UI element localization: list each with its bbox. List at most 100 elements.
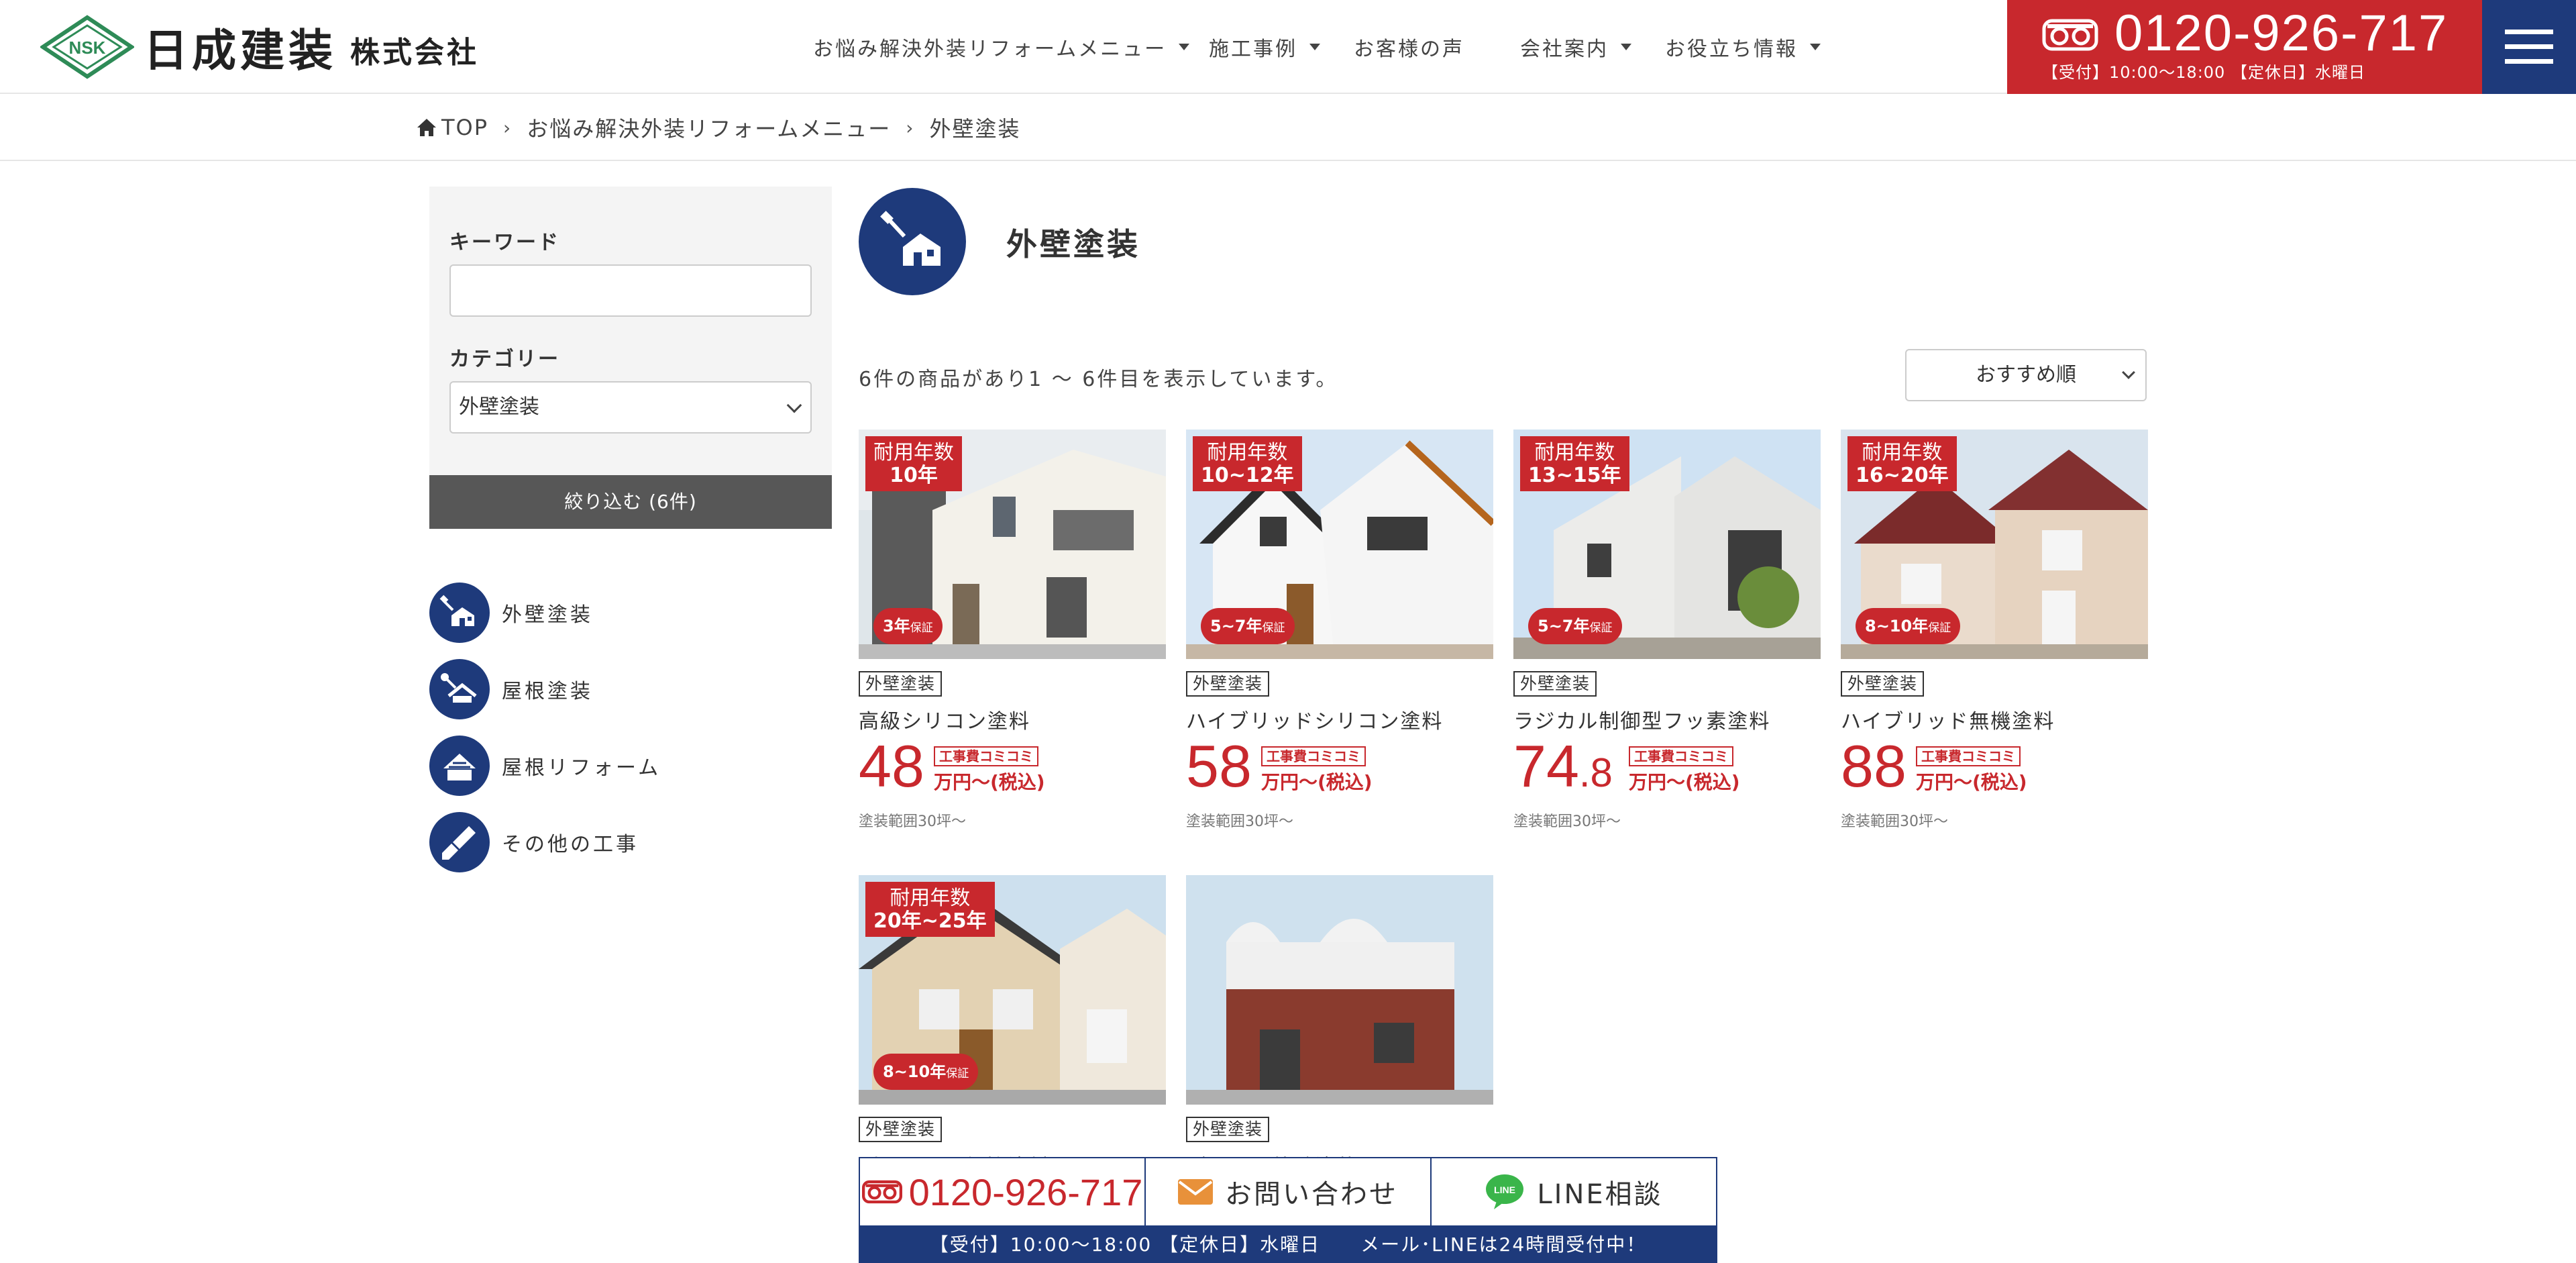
brush-icon <box>429 812 490 872</box>
nav-reform-menu[interactable]: お悩み解決外装リフォームメニュー <box>813 32 1190 62</box>
line-icon: LINE <box>1486 1174 1524 1209</box>
warranty-suffix: 保証 <box>1262 621 1285 635</box>
free-dial-icon <box>2042 19 2098 51</box>
contact-line-button[interactable]: LINE LINE相談 <box>1432 1158 1716 1225</box>
svg-text:NSK: NSK <box>69 38 106 58</box>
nsk-logo-icon: NSK <box>39 15 136 79</box>
category-select-value: 外壁塗装 <box>459 395 539 419</box>
chevron-right-icon: › <box>906 116 915 139</box>
sidebar-category-roof-reform[interactable]: 屋根リフォーム <box>429 736 661 796</box>
wall-paint-icon <box>859 188 966 295</box>
contact-mail-button[interactable]: お問い合わせ <box>1146 1158 1432 1225</box>
durability-label: 耐用年数 <box>1207 441 1288 464</box>
category-select[interactable]: 外壁塗装 <box>449 381 812 434</box>
keyword-input[interactable] <box>449 264 812 317</box>
product-name[interactable]: 高級シリコン塗料 <box>859 705 1030 734</box>
product-image[interactable] <box>1186 875 1493 1105</box>
contact-phone-button[interactable]: 0120-926-717 <box>860 1158 1146 1225</box>
company-name: 日成建装 <box>144 24 337 77</box>
hamburger-menu-button[interactable] <box>2482 0 2576 94</box>
price-unit: 万円〜(税込) <box>934 771 1045 793</box>
mail-icon <box>1178 1179 1213 1205</box>
product-category-tag: 外壁塗装 <box>1186 671 1270 697</box>
warranty-badge: 3年保証 <box>873 608 943 644</box>
header-phone-button[interactable]: 0120-926-717 【受付】10:00〜18:00 【定休日】水曜日 <box>2007 0 2482 94</box>
sidebar-category-wall-paint[interactable]: 外壁塗装 <box>429 583 593 643</box>
product-image[interactable]: 耐用年数 13~15年 5~7年保証 <box>1513 430 1821 659</box>
nav-label: 施工事例 <box>1209 38 1297 61</box>
warranty-badge: 8~10年保証 <box>873 1054 979 1090</box>
breadcrumb-divider <box>0 160 2576 161</box>
product-image[interactable]: 耐用年数 16~20年 8~10年保証 <box>1841 430 2148 659</box>
chevron-down-icon <box>2122 366 2135 379</box>
durability-years: 13~15年 <box>1528 464 1621 487</box>
paint-range: 塗装範囲30坪〜 <box>859 813 966 830</box>
sidebar-category-roof-paint[interactable]: 屋根塗装 <box>429 659 593 719</box>
site-header: NSK 日成建装 株式会社 お悩み解決外装リフォームメニュー 施工事例 お客様の… <box>0 0 2576 94</box>
durability-badge: 耐用年数 20年~25年 <box>865 882 995 937</box>
roof-reform-icon <box>429 736 490 796</box>
contact-mail-label: お問い合わせ <box>1225 1179 1398 1210</box>
price-integer: 88 <box>1841 733 1907 799</box>
contact-hours-note: 【受付】10:00〜18:00 【定休日】水曜日 メール･LINEは24時間受付… <box>859 1227 1717 1263</box>
nav-label: 会社案内 <box>1520 38 1609 61</box>
breadcrumb-top-link[interactable]: TOP <box>441 115 488 140</box>
sidebar-category-label: 屋根リフォーム <box>502 756 661 780</box>
sidebar-category-label: 外壁塗装 <box>502 603 593 627</box>
price-value: 88 <box>1841 733 1907 800</box>
warranty-years: 5~7年 <box>1538 617 1590 636</box>
product-name[interactable]: ラジカル制御型フッ素塗料 <box>1513 705 1770 734</box>
search-filter-panel: キーワード カテゴリー 外壁塗装 <box>429 187 832 475</box>
header-business-hours: 【受付】10:00〜18:00 【定休日】水曜日 <box>2042 63 2365 82</box>
svg-text:LINE: LINE <box>1494 1184 1515 1195</box>
caret-down-icon <box>1179 44 1190 50</box>
roof-paint-icon <box>429 659 490 719</box>
product-category-tag: 外壁塗装 <box>859 1117 943 1142</box>
durability-years: 20年~25年 <box>873 909 987 933</box>
sidebar-category-other-works[interactable]: その他の工事 <box>429 812 639 872</box>
price-value: 74.8 <box>1513 733 1613 807</box>
price-value: 48 <box>859 733 924 800</box>
durability-label: 耐用年数 <box>890 887 971 910</box>
durability-badge: 耐用年数 10~12年 <box>1193 436 1302 491</box>
price-integer: 74 <box>1513 733 1579 799</box>
product-name[interactable]: ハイブリッド無機塗料 <box>1841 705 2055 734</box>
warranty-suffix: 保証 <box>946 1067 969 1080</box>
product-name[interactable]: ハイブリッドシリコン塗料 <box>1186 705 1443 734</box>
price-unit: 万円〜(税込) <box>1916 771 2027 793</box>
nav-company[interactable]: 会社案内 <box>1520 32 1631 62</box>
durability-badge: 耐用年数 13~15年 <box>1520 436 1629 491</box>
warranty-suffix: 保証 <box>1928 621 1951 635</box>
chevron-right-icon: › <box>503 116 513 139</box>
company-suffix: 株式会社 <box>350 36 479 70</box>
product-image[interactable]: 耐用年数 20年~25年 8~10年保証 <box>859 875 1166 1105</box>
price-decimal: .8 <box>1578 750 1613 795</box>
price-integer: 58 <box>1186 733 1252 799</box>
durability-years: 10年 <box>890 464 938 487</box>
chevron-down-icon <box>786 397 802 413</box>
warranty-badge: 8~10年保証 <box>1856 608 1961 644</box>
nav-case-studies[interactable]: 施工事例 <box>1209 32 1320 62</box>
wall-paint-icon <box>429 583 490 643</box>
company-logo[interactable]: NSK 日成建装 株式会社 <box>39 15 479 79</box>
paint-range: 塗装範囲30坪〜 <box>1186 813 1293 830</box>
nav-customer-voice[interactable]: お客様の声 <box>1354 32 1464 62</box>
free-dial-icon <box>861 1180 902 1204</box>
product-image[interactable]: 耐用年数 10~12年 5~7年保証 <box>1186 430 1493 659</box>
result-count: 6件の商品があり1 〜 6件目を表示しています。 <box>859 368 1338 391</box>
warranty-years: 3年 <box>883 617 910 636</box>
keyword-label: キーワード <box>449 231 560 254</box>
sort-select-value: おすすめ順 <box>1976 363 2076 387</box>
breadcrumb-reform-menu-link[interactable]: お悩み解決外装リフォームメニュー <box>527 112 891 143</box>
sort-select[interactable]: おすすめ順 <box>1905 349 2147 401</box>
contact-phone-number: 0120-926-717 <box>908 1170 1143 1213</box>
product-image[interactable]: 耐用年数 10年 3年保証 <box>859 430 1166 659</box>
durability-years: 10~12年 <box>1201 464 1294 487</box>
price-integer: 48 <box>859 733 924 799</box>
nav-label: お悩み解決外装リフォームメニュー <box>813 38 1167 61</box>
price-unit: 万円〜(税込) <box>1261 771 1373 793</box>
warranty-badge: 5~7年保証 <box>1528 608 1622 644</box>
nav-useful-info[interactable]: お役立ち情報 <box>1665 32 1821 62</box>
warranty-years: 5~7年 <box>1210 617 1263 636</box>
filter-submit-button[interactable]: 絞り込む (6件) <box>429 475 832 529</box>
